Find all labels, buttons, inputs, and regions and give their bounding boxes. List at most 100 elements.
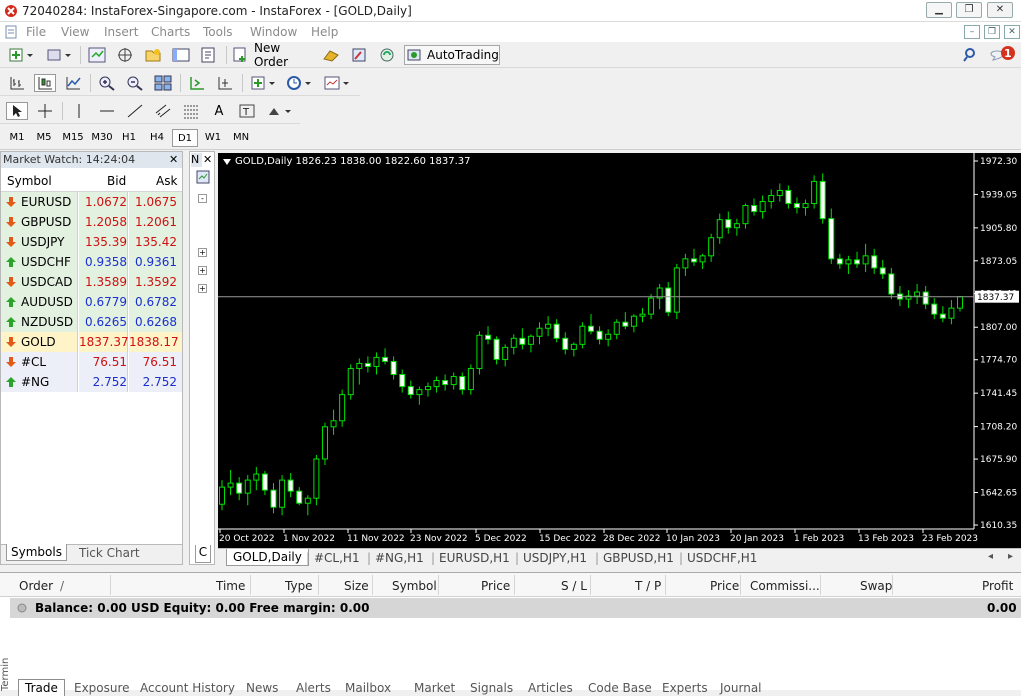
header-ask[interactable]: Ask [156,174,177,188]
chart-menu-triangle-icon[interactable] [223,159,231,165]
market-watch-row[interactable]: USDCAD 1.3589 1.3592 [1,272,182,292]
zoom-in-icon[interactable] [96,74,118,92]
column-divider[interactable] [372,575,373,595]
indicators-list-icon[interactable] [248,74,278,92]
market-watch-row[interactable]: GOLD 1837.37 1838.17 [1,332,182,352]
child-restore-button[interactable]: ❐ [984,25,1000,39]
accounts-icon[interactable] [196,170,210,184]
tab-tick-chart[interactable]: Tick Chart [79,546,140,560]
column-divider[interactable] [514,575,515,595]
tree-expand-icon[interactable]: + [198,248,207,257]
market-watch-row[interactable]: AUDUSD 0.6779 0.6782 [1,292,182,312]
child-close-button[interactable]: ✕ [1004,25,1020,39]
column-divider[interactable] [110,575,111,595]
timeframe-h1[interactable]: H1 [116,129,142,147]
terminal-tab[interactable]: Code Base [588,681,652,695]
close-button[interactable]: ✕ [987,2,1013,18]
tabs-scroll-right-icon[interactable]: ▸ [1008,551,1013,562]
tile-windows-icon[interactable] [152,74,174,92]
column-header[interactable]: Commissi... [750,579,820,593]
search-icon[interactable] [960,46,982,64]
market-watch-row[interactable]: USDCHF 0.9358 0.9361 [1,252,182,272]
menu-tools[interactable]: Tools [203,25,233,39]
candlestick-chart[interactable]: 1972.301939.051905.801873.051840.401807.… [218,153,1021,548]
column-divider[interactable] [438,575,439,595]
timeframe-d1[interactable]: D1 [172,129,198,147]
market-watch-row[interactable]: #CL 76.51 76.51 [1,352,182,372]
restore-button[interactable]: ❐ [956,2,982,18]
child-minimize-button[interactable]: – [964,25,980,39]
column-divider[interactable] [318,575,319,595]
menu-help[interactable]: Help [311,25,338,39]
terminal-tab[interactable]: Signals [470,681,513,695]
zoom-out-icon[interactable] [124,74,146,92]
terminal-tab[interactable]: Articles [528,681,573,695]
column-header[interactable]: Order [19,579,53,593]
market-watch-icon[interactable] [86,46,108,64]
menu-view[interactable]: View [61,25,89,39]
terminal-icon[interactable] [170,46,192,64]
chart-tab[interactable]: #CL,H1 [314,551,360,565]
column-divider[interactable] [590,575,591,595]
chart-tab[interactable]: EURUSD,H1 [439,551,510,565]
menu-window[interactable]: Window [250,25,297,39]
autoscroll-icon[interactable] [214,74,236,92]
column-divider[interactable] [892,575,893,595]
terminal-tab[interactable]: Experts [662,681,708,695]
fibonacci-icon[interactable] [180,102,202,120]
column-divider[interactable] [820,575,821,595]
navigator-tab[interactable]: C [195,545,211,563]
periods-icon[interactable] [284,74,314,92]
column-header[interactable]: Price [710,579,739,593]
market-watch-row[interactable]: EURUSD 1.0672 1.0675 [1,192,182,212]
terminal-tab[interactable]: Market [414,681,455,695]
timeframe-m5[interactable]: M5 [31,129,57,147]
chart-tab[interactable]: GOLD,Daily [226,549,309,566]
column-header[interactable]: Type [285,579,313,593]
market-watch-row[interactable]: #NG 2.752 2.752 [1,372,182,392]
new-chart-icon[interactable] [6,46,36,64]
market-watch-row[interactable]: NZDUSD 0.6265 0.6268 [1,312,182,332]
arrows-icon[interactable] [264,102,294,120]
tree-expand-icon[interactable]: + [198,266,207,275]
minimize-button[interactable]: ▁ [926,2,952,18]
auto-trading-button[interactable]: AutoTrading [404,45,500,65]
navigator-close-icon[interactable]: ✕ [203,153,212,166]
menu-file[interactable]: File [26,25,46,39]
column-header[interactable]: S / L [561,579,587,593]
column-divider[interactable] [250,575,251,595]
tree-collapse-icon[interactable]: - [198,194,207,203]
header-bid[interactable]: Bid [107,174,126,188]
strategy-tester-icon[interactable] [198,46,220,64]
menu-charts[interactable]: Charts [151,25,190,39]
terminal-tab[interactable]: Exposure [74,681,130,695]
trendline-icon[interactable] [124,102,146,120]
tab-symbols[interactable]: Symbols [6,544,67,561]
column-header[interactable]: Price [481,579,510,593]
chart-shift-icon[interactable] [186,74,208,92]
header-symbol[interactable]: Symbol [7,174,52,188]
balance-row[interactable]: Balance: 0.00 USD Equity: 0.00 Free marg… [10,598,1021,618]
equidistant-channel-icon[interactable] [152,102,174,120]
gold-bars-icon[interactable] [320,46,342,64]
column-header[interactable]: Symbol [392,579,437,593]
timeframe-h4[interactable]: H4 [144,129,170,147]
horizontal-line-icon[interactable] [96,102,118,120]
tree-expand-icon[interactable]: + [198,284,207,293]
navigator-icon[interactable] [142,46,164,64]
price-chart[interactable]: 1972.301939.051905.801873.051840.401807.… [218,153,1021,548]
terminal-tab[interactable]: Journal [720,681,762,695]
terminal-tab[interactable]: Account History [140,681,235,695]
column-header[interactable]: Swap [860,579,892,593]
column-divider[interactable] [665,575,666,595]
line-chart-icon[interactable] [62,74,84,92]
market-watch-row[interactable]: GBPUSD 1.2058 1.2061 [1,212,182,232]
timeframe-m15[interactable]: M15 [59,129,87,147]
notifications-icon[interactable]: 1 [988,46,1018,64]
timeframe-m1[interactable]: M1 [4,129,30,147]
chart-tab[interactable]: USDCHF,H1 [687,551,757,565]
column-header[interactable]: Time [216,579,245,593]
terminal-tab[interactable]: Trade [18,679,65,696]
profiles-icon[interactable] [44,46,74,64]
candlestick-chart-icon[interactable] [34,74,56,92]
